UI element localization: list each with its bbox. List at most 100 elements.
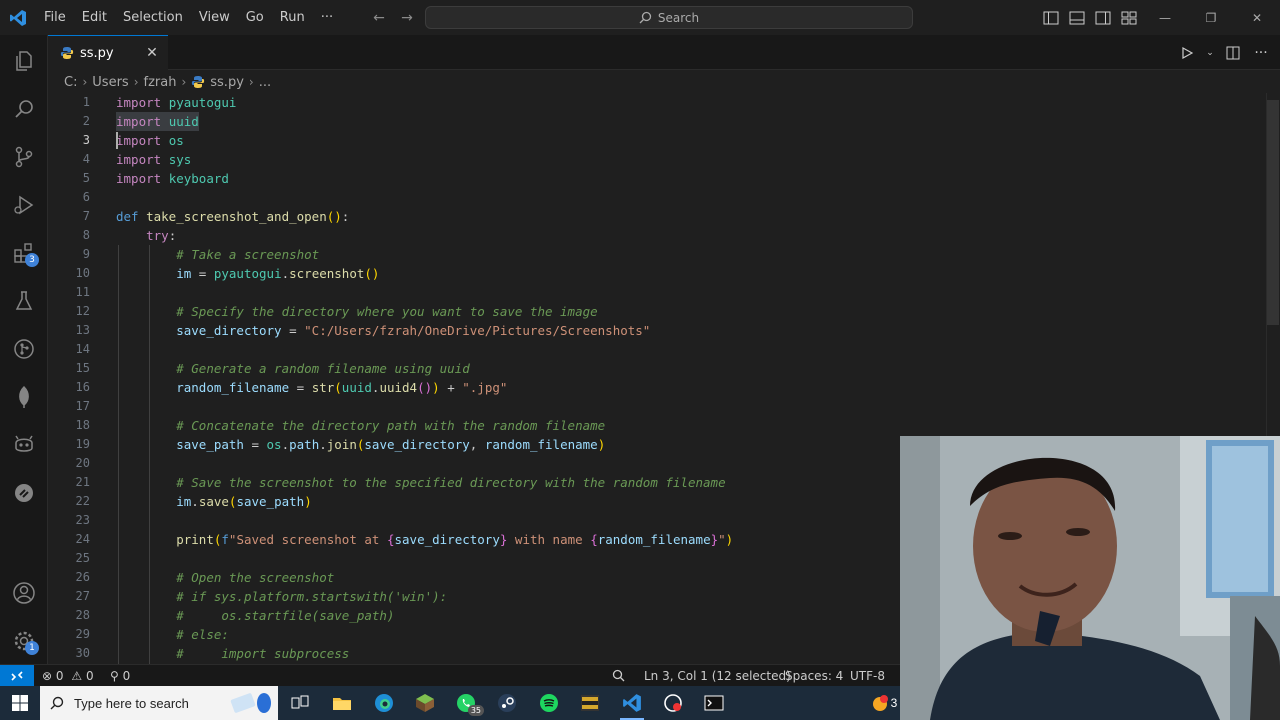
screen-recorder-icon[interactable] xyxy=(653,686,693,720)
remote-indicator-icon[interactable] xyxy=(0,665,34,687)
breadcrumb-drive[interactable]: C: xyxy=(64,75,77,90)
menu-bar: File Edit Selection View Go Run ··· xyxy=(36,0,341,35)
code-text: im = pyautogui.screenshot() xyxy=(176,266,380,281)
tab-ss-py[interactable]: ss.py ✕ xyxy=(48,35,168,70)
whatsapp-icon[interactable]: 35 xyxy=(446,686,486,720)
cursor-position[interactable]: Ln 3, Col 1 (12 selected) xyxy=(644,665,791,687)
code-text: # Take a screenshot xyxy=(176,247,320,262)
encoding[interactable]: UTF-8 xyxy=(850,665,885,687)
minimize-button[interactable]: — xyxy=(1142,0,1188,35)
code-line[interactable]: 14 xyxy=(48,340,1280,359)
problems-indicator[interactable]: ⊗ 0 ⚠ 0 xyxy=(42,665,94,687)
source-control-icon[interactable] xyxy=(0,133,48,181)
breadcrumb-users[interactable]: Users xyxy=(92,75,128,90)
breadcrumb-fzrah[interactable]: fzrah xyxy=(144,75,177,90)
customize-layout-icon[interactable] xyxy=(1116,0,1142,35)
code-line[interactable]: 12 # Specify the directory where you wan… xyxy=(48,302,1280,321)
whatsapp-badge: 35 xyxy=(467,705,484,716)
extensions-badge: 3 xyxy=(25,253,39,267)
line-number: 7 xyxy=(82,209,90,223)
minecraft-icon[interactable] xyxy=(405,686,445,720)
steam-icon[interactable] xyxy=(487,686,527,720)
explorer-icon[interactable] xyxy=(0,37,48,85)
code-line[interactable]: 10 im = pyautogui.screenshot() xyxy=(48,264,1280,283)
line-number: 2 xyxy=(82,114,90,128)
code-line[interactable]: 11 xyxy=(48,283,1280,302)
file-explorer-icon[interactable] xyxy=(322,686,362,720)
code-line[interactable]: 17 xyxy=(48,397,1280,416)
code-line[interactable]: 5 import keyboard xyxy=(48,169,1280,188)
split-editor-icon[interactable] xyxy=(1222,42,1244,64)
menu-run[interactable]: Run xyxy=(272,0,313,35)
more-actions-icon[interactable]: ··· xyxy=(1250,42,1272,64)
video-editor-icon[interactable] xyxy=(570,686,610,720)
code-line[interactable]: 6 xyxy=(48,188,1280,207)
copilot-robot-icon[interactable] xyxy=(0,421,48,469)
indentation[interactable]: Spaces: 4 xyxy=(785,665,843,687)
run-and-debug-icon[interactable] xyxy=(0,181,48,229)
back-arrow-icon[interactable]: ← xyxy=(370,10,388,26)
code-line[interactable]: 16 random_filename = str(uuid.uuid4()) +… xyxy=(48,378,1280,397)
code-line[interactable]: 18 # Concatenate the directory path with… xyxy=(48,416,1280,435)
task-view-icon[interactable] xyxy=(280,686,320,720)
code-text: try: xyxy=(146,228,177,243)
code-text: import sys xyxy=(116,152,192,167)
line-number: 26 xyxy=(75,570,90,584)
windows-start-icon[interactable] xyxy=(0,686,40,720)
code-line[interactable]: 3 import os xyxy=(48,131,1280,150)
code-line[interactable]: 7 def take_screenshot_and_open(): xyxy=(48,207,1280,226)
menu-file[interactable]: File xyxy=(36,0,74,35)
testing-icon[interactable] xyxy=(0,277,48,325)
search-highlight-icon xyxy=(230,693,271,713)
mongodb-leaf-icon[interactable] xyxy=(0,373,48,421)
toggle-secondary-sidebar-icon[interactable] xyxy=(1090,0,1116,35)
code-text: # os.startfile(save_path) xyxy=(176,608,395,623)
code-line[interactable]: 4 import sys xyxy=(48,150,1280,169)
taskbar-search-box[interactable]: Type here to search xyxy=(40,686,278,720)
code-line[interactable]: 1 import pyautogui xyxy=(48,93,1280,112)
code-line[interactable]: 8 try: xyxy=(48,226,1280,245)
remote-explorer-icon[interactable] xyxy=(0,469,48,517)
ports-indicator[interactable]: ⚲ 0 xyxy=(110,665,130,687)
code-text: import keyboard xyxy=(116,171,229,186)
extensions-icon[interactable]: 3 xyxy=(0,229,48,277)
search-view-icon[interactable] xyxy=(0,85,48,133)
chevron-right-icon: › xyxy=(133,75,139,89)
menu-edit[interactable]: Edit xyxy=(74,0,115,35)
edge-browser-icon[interactable] xyxy=(364,686,404,720)
warning-count: 0 xyxy=(85,669,94,683)
manage-gear-icon[interactable]: 1 xyxy=(0,617,48,665)
close-window-button[interactable]: ✕ xyxy=(1234,0,1280,35)
toggle-panel-icon[interactable] xyxy=(1064,0,1090,35)
code-line[interactable]: 13 save_directory = "C:/Users/fzrah/OneD… xyxy=(48,321,1280,340)
run-dropdown-chevron-icon[interactable]: ⌄ xyxy=(1204,42,1216,64)
vscode-taskbar-icon[interactable] xyxy=(612,686,652,720)
forward-arrow-icon[interactable]: → xyxy=(398,10,416,26)
line-number: 9 xyxy=(82,247,90,261)
code-line[interactable]: 2 import uuid xyxy=(48,112,1280,131)
menu-more[interactable]: ··· xyxy=(313,0,341,35)
line-number: 14 xyxy=(75,342,90,356)
command-center-search[interactable]: Search xyxy=(425,6,913,29)
line-number: 1 xyxy=(82,95,90,109)
chevron-right-icon: › xyxy=(181,75,187,89)
git-graph-icon[interactable] xyxy=(0,325,48,373)
zoom-icon[interactable] xyxy=(612,665,625,687)
code-text: # Open the screenshot xyxy=(176,570,335,585)
accounts-icon[interactable] xyxy=(0,569,48,617)
code-line[interactable]: 9 # Take a screenshot xyxy=(48,245,1280,264)
restore-button[interactable]: ❐ xyxy=(1188,0,1234,35)
menu-selection[interactable]: Selection xyxy=(115,0,191,35)
terminal-icon[interactable] xyxy=(694,686,734,720)
breadcrumb-file[interactable]: ss.py xyxy=(210,75,244,90)
code-line[interactable]: 15 # Generate a random filename using uu… xyxy=(48,359,1280,378)
breadcrumb-symbols[interactable]: ... xyxy=(259,75,271,90)
run-python-file-icon[interactable] xyxy=(1176,42,1198,64)
toggle-primary-sidebar-icon[interactable] xyxy=(1038,0,1064,35)
scrollbar-thumb[interactable] xyxy=(1267,100,1279,325)
menu-view[interactable]: View xyxy=(191,0,238,35)
spotify-icon[interactable] xyxy=(529,686,569,720)
menu-go[interactable]: Go xyxy=(238,0,272,35)
chevron-right-icon: › xyxy=(248,75,254,89)
tab-close-icon[interactable]: ✕ xyxy=(144,45,160,61)
